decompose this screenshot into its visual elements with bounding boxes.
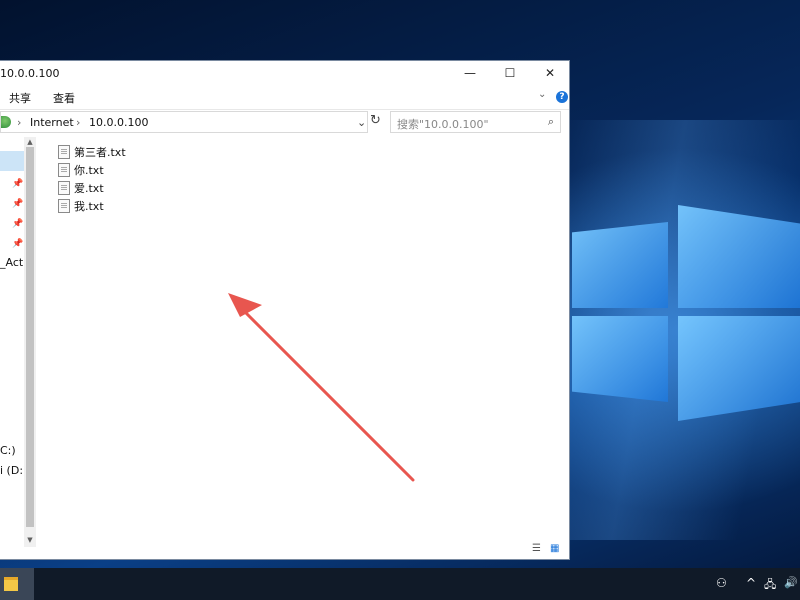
text-file-icon xyxy=(58,199,70,213)
text-file-icon xyxy=(58,181,70,195)
list-item[interactable]: 第三者.txt xyxy=(58,143,126,161)
windows-logo-pane-top-left xyxy=(572,222,668,308)
search-placeholder: 搜索"10.0.0.100" xyxy=(397,118,489,131)
large-icons-view-icon[interactable]: ▦ xyxy=(550,543,564,555)
scroll-up-icon[interactable]: ▲ xyxy=(24,137,36,147)
minimize-button[interactable]: — xyxy=(450,61,490,85)
text-file-icon xyxy=(58,163,70,177)
breadcrumb-separator: › xyxy=(76,116,81,129)
file-name: 爱.txt xyxy=(74,182,104,195)
pin-icon[interactable]: 📌 xyxy=(12,239,23,249)
breadcrumb-host[interactable]: 10.0.0.100 xyxy=(89,116,148,129)
breadcrumb-internet[interactable]: Internet xyxy=(30,116,74,129)
window-title: 10.0.0.100 xyxy=(0,67,60,80)
pin-icon[interactable]: 📌 xyxy=(12,219,23,229)
ribbon-tabs: 共享 查看 ⌄ xyxy=(0,85,569,107)
folder-icon xyxy=(4,577,18,591)
file-name: 第三者.txt xyxy=(74,146,126,159)
scroll-down-icon[interactable]: ▼ xyxy=(24,535,36,545)
breadcrumb-separator: › xyxy=(17,116,22,129)
address-dropdown-chevron-icon[interactable]: ⌄ xyxy=(357,116,366,129)
list-item[interactable]: 爱.txt xyxy=(58,179,126,197)
navigation-pane[interactable]: 📌 📌 📌 📌 _Acti C:) i (D:) ▲ ▼ xyxy=(0,137,36,547)
close-button[interactable]: ✕ xyxy=(530,61,570,85)
taskbar: ⚇ ^ 🖧 🔊 xyxy=(0,568,800,600)
tab-view[interactable]: 查看 xyxy=(53,90,75,106)
maximize-button[interactable]: ☐ xyxy=(490,61,530,85)
nav-selected-item[interactable] xyxy=(0,151,24,171)
search-icon[interactable]: ⌕ xyxy=(548,115,554,129)
scroll-thumb[interactable] xyxy=(26,147,34,527)
tab-share[interactable]: 共享 xyxy=(9,90,31,106)
search-input[interactable]: 搜索"10.0.0.100" ⌕ xyxy=(390,111,561,133)
nav-item-drive-c[interactable]: C:) xyxy=(0,444,16,457)
nav-item-acti[interactable]: _Acti xyxy=(0,256,26,269)
network-icon[interactable]: 🖧 xyxy=(764,576,776,595)
text-file-icon xyxy=(58,145,70,159)
pin-icon[interactable]: 📌 xyxy=(12,199,23,209)
list-item[interactable]: 你.txt xyxy=(58,161,126,179)
volume-icon[interactable]: 🔊 xyxy=(784,576,798,589)
windows-logo-pane-bottom-left xyxy=(572,316,668,402)
tray-chevron-up-icon[interactable]: ^ xyxy=(746,576,756,590)
title-bar[interactable]: 10.0.0.100 — ☐ ✕ xyxy=(0,61,569,85)
people-icon[interactable]: ⚇ xyxy=(716,576,727,590)
nav-scrollbar[interactable]: ▲ ▼ xyxy=(24,137,36,547)
details-view-icon[interactable]: ☰ xyxy=(532,543,546,555)
file-name: 我.txt xyxy=(74,200,104,213)
refresh-icon[interactable]: ↻ xyxy=(370,113,381,128)
file-name: 你.txt xyxy=(74,164,104,177)
address-bar[interactable]: › Internet › 10.0.0.100 ⌄ xyxy=(0,111,368,133)
network-globe-icon xyxy=(1,116,11,128)
help-icon[interactable]: ? xyxy=(556,91,568,103)
address-row: › Internet › 10.0.0.100 ⌄ ↻ 搜索"10.0.0.10… xyxy=(0,109,569,136)
ribbon-expand-chevron-icon[interactable]: ⌄ xyxy=(538,89,546,100)
file-explorer-window[interactable]: 10.0.0.100 — ☐ ✕ 共享 查看 ⌄ ? › Internet › … xyxy=(0,60,570,560)
list-item[interactable]: 我.txt xyxy=(58,197,126,215)
taskbar-file-explorer-button[interactable] xyxy=(0,568,34,600)
file-list: 第三者.txt 你.txt 爱.txt 我.txt xyxy=(58,143,126,215)
pin-icon[interactable]: 📌 xyxy=(12,179,23,189)
